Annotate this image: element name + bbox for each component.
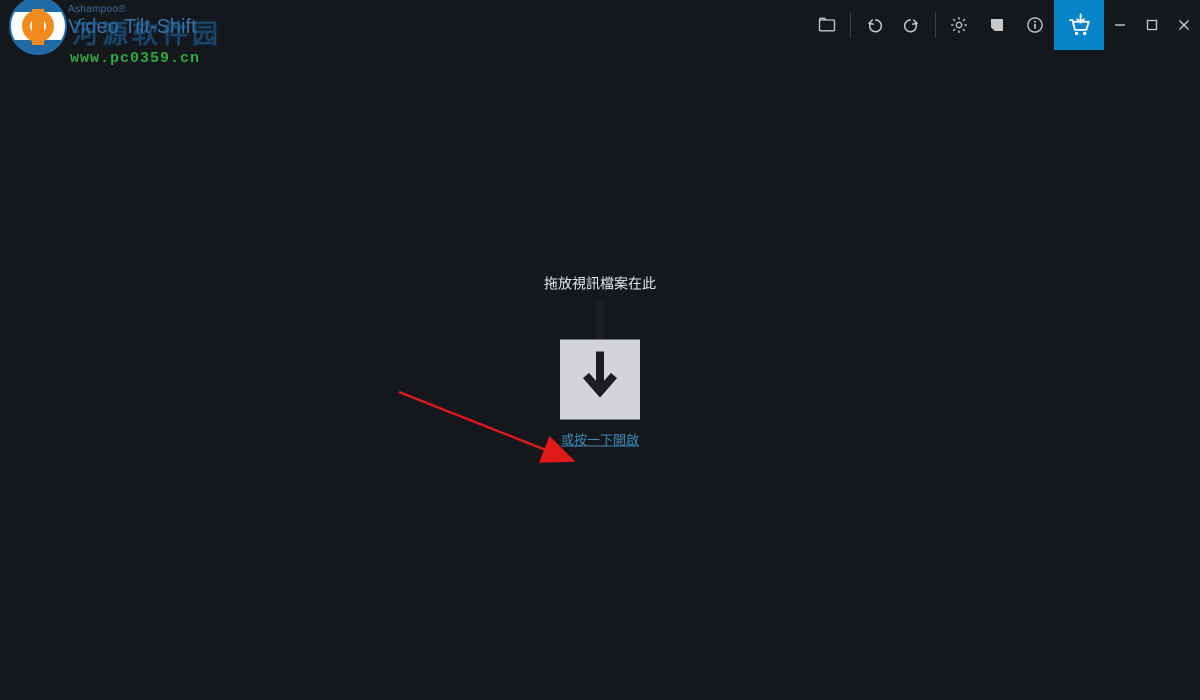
drop-area: 拖放視訊檔案在此 或按一下開啟 [544, 274, 656, 449]
maximize-icon [1146, 19, 1158, 31]
close-button[interactable] [1168, 0, 1200, 50]
drop-target-box[interactable] [560, 340, 640, 420]
minimize-icon [1114, 19, 1126, 31]
minimize-button[interactable] [1104, 0, 1136, 50]
separator [935, 12, 936, 38]
titlebar: Ashampoo® Video Tilt-Shift 河源软件园 www.pc0… [0, 0, 1200, 50]
undo-button[interactable] [855, 0, 893, 50]
watermark-text-cn: 河源软件园 [72, 14, 222, 51]
separator [850, 12, 851, 38]
info-button[interactable] [1016, 0, 1054, 50]
history-group [855, 0, 931, 50]
folder-open-icon [817, 15, 837, 35]
settings-button[interactable] [940, 0, 978, 50]
titlebar-right [808, 0, 1200, 50]
undo-icon [864, 15, 884, 35]
gear-icon [949, 15, 969, 35]
file-group [808, 0, 846, 50]
redo-button[interactable] [893, 0, 931, 50]
open-link[interactable]: 或按一下開啟 [561, 430, 639, 449]
note-icon [988, 16, 1006, 34]
redo-icon [902, 15, 922, 35]
info-icon [1025, 15, 1045, 35]
note-button[interactable] [978, 0, 1016, 50]
open-file-button[interactable] [808, 0, 846, 50]
window-controls [1104, 0, 1200, 50]
download-into-tray-icon [572, 352, 628, 408]
app-group [940, 0, 1054, 50]
drop-graphic [560, 300, 640, 420]
drop-hint-label: 拖放視訊檔案在此 [544, 274, 656, 294]
stage: 拖放視訊檔案在此 或按一下開啟 [0, 50, 1200, 700]
close-icon [1178, 19, 1190, 31]
maximize-button[interactable] [1136, 0, 1168, 50]
brand-block: Ashampoo® Video Tilt-Shift 河源软件园 www.pc0… [8, 0, 268, 50]
cart-download-icon [1066, 12, 1092, 38]
shop-button[interactable] [1054, 0, 1104, 50]
